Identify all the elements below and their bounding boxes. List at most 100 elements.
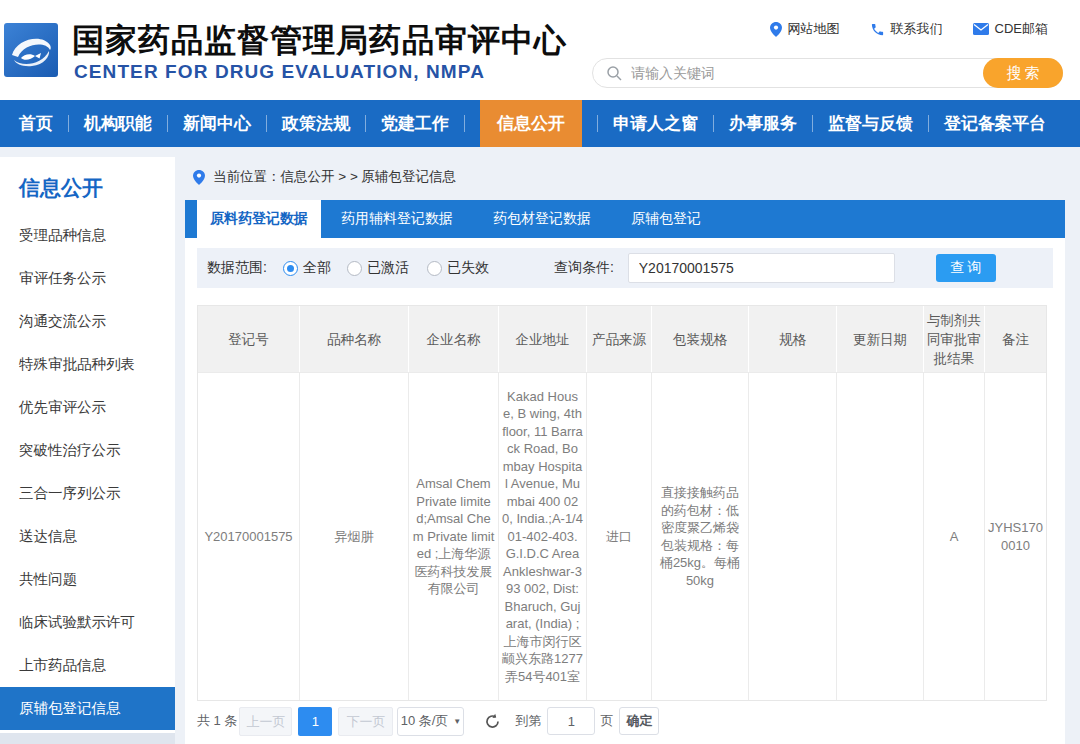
nav-item-supervision[interactable]: 监督与反馈 xyxy=(828,112,913,135)
nav-item-registration-platform[interactable]: 登记备案平台 xyxy=(944,112,1046,135)
sidebar-item-priority-review[interactable]: 优先审评公示 xyxy=(0,386,175,429)
sidebar-title: 信息公开 xyxy=(19,174,103,202)
page-size-select[interactable]: 10 条/页 ▼ xyxy=(397,707,464,736)
sidebar-item-three-in-one[interactable]: 三合一序列公示 xyxy=(0,472,175,515)
sidebar-item-review-tasks[interactable]: 审评任务公示 xyxy=(0,257,175,300)
sidebar-item-marketed-drugs[interactable]: 上市药品信息 xyxy=(0,644,175,687)
sidebar-item-raw-material-registration[interactable]: 原辅包登记信息 xyxy=(0,687,175,730)
nav-separator xyxy=(68,115,69,132)
main-nav: 首页 机构职能 新闻中心 政策法规 党建工作 信息公开 申请人之窗 办事服务 监… xyxy=(0,100,1080,147)
nav-separator xyxy=(812,115,813,132)
nav-separator xyxy=(597,115,598,132)
current-page[interactable]: 1 xyxy=(298,707,332,736)
sidebar: 信息公开 受理品种信息 审评任务公示 沟通交流公示 特殊审批品种列表 优先审评公… xyxy=(0,157,175,733)
envelope-icon xyxy=(973,23,989,35)
query-input[interactable] xyxy=(628,253,895,283)
nav-separator xyxy=(266,115,267,132)
nav-item-news[interactable]: 新闻中心 xyxy=(183,112,251,135)
radio-expired[interactable]: 已失效 xyxy=(427,259,489,277)
prev-page-button[interactable]: 上一页 xyxy=(239,707,292,736)
nav-item-org[interactable]: 机构职能 xyxy=(84,112,152,135)
radio-expired-control[interactable] xyxy=(427,261,442,276)
sidebar-item-delivery-info[interactable]: 送达信息 xyxy=(0,515,175,558)
filter-bar: 数据范围: 全部 已激活 已失效 查询条件: 查询 xyxy=(197,248,1053,288)
nav-item-info-disclosure[interactable]: 信息公开 xyxy=(480,100,582,147)
search-bar: 搜索 xyxy=(592,58,1063,88)
site-title: 国家药品监督管理局药品审评中心 xyxy=(72,19,567,63)
goto-page-input[interactable] xyxy=(547,707,595,735)
cell-packaging: 直接接触药品的药包材：低密度聚乙烯袋 包装规格：每桶25kg。每桶50kg xyxy=(651,372,748,700)
location-pin-icon xyxy=(770,22,782,37)
scope-label: 数据范围: xyxy=(207,259,267,277)
site-subtitle: CENTER FOR DRUG EVALUATION, NMPA xyxy=(74,61,485,83)
search-button[interactable]: 搜索 xyxy=(983,58,1063,88)
logo-swoosh-icon xyxy=(8,29,54,71)
sidebar-item-breakthrough-therapy[interactable]: 突破性治疗公示 xyxy=(0,429,175,472)
confirm-button[interactable]: 确定 xyxy=(619,707,659,735)
quick-links: 网站地图 联系我们 CDE邮箱 xyxy=(770,20,1048,38)
radio-all[interactable]: 全部 xyxy=(283,259,331,277)
mailbox-link[interactable]: CDE邮箱 xyxy=(973,20,1048,38)
sidebar-item-clinical-trial[interactable]: 临床试验默示许可 xyxy=(0,601,175,644)
tab-bar: 原料药登记数据 药用辅料登记数据 药包材登记数据 原辅包登记 xyxy=(185,200,1065,238)
nav-item-policy[interactable]: 政策法规 xyxy=(282,112,350,135)
phone-icon xyxy=(870,22,885,37)
site-logo[interactable] xyxy=(4,23,58,77)
radio-activated-control[interactable] xyxy=(347,261,362,276)
site-header: 国家药品监督管理局药品审评中心 CENTER FOR DRUG EVALUATI… xyxy=(0,0,1080,100)
col-reg-no: 登记号 xyxy=(198,306,299,372)
total-count: 共 1 条 xyxy=(197,712,237,730)
nav-item-home[interactable]: 首页 xyxy=(19,112,53,135)
tab-raw-aux-pack[interactable]: 原辅包登记 xyxy=(611,200,721,238)
contact-label: 联系我们 xyxy=(891,20,943,38)
cell-joint-result: A xyxy=(923,372,984,700)
nav-item-services[interactable]: 办事服务 xyxy=(729,112,797,135)
cell-remark: JYHS1700010 xyxy=(984,372,1046,700)
col-remark: 备注 xyxy=(984,306,1046,372)
cell-address: Kakad House, B wing, 4th floor, 11 Barra… xyxy=(498,372,586,700)
tab-packaging-material-data[interactable]: 药包材登记数据 xyxy=(473,200,611,238)
radio-activated[interactable]: 已激活 xyxy=(347,259,409,277)
query-label: 查询条件: xyxy=(554,259,614,277)
cell-update-date xyxy=(836,372,923,700)
search-icon xyxy=(606,65,622,81)
sidebar-item-special-approval[interactable]: 特殊审批品种列表 xyxy=(0,343,175,386)
sidebar-item-communication[interactable]: 沟通交流公示 xyxy=(0,300,175,343)
col-name: 品种名称 xyxy=(299,306,408,372)
chevron-down-icon: ▼ xyxy=(453,717,461,726)
cell-origin: 进口 xyxy=(586,372,651,700)
nav-separator xyxy=(167,115,168,132)
sitemap-link[interactable]: 网站地图 xyxy=(770,20,840,38)
nav-separator xyxy=(464,115,465,132)
radio-all-control[interactable] xyxy=(283,261,298,276)
col-update-date: 更新日期 xyxy=(836,306,923,372)
next-page-button[interactable]: 下一页 xyxy=(338,707,393,736)
content-panel: 原料药登记数据 药用辅料登记数据 药包材登记数据 原辅包登记 数据范围: 全部 … xyxy=(185,200,1065,744)
cell-spec xyxy=(748,372,836,700)
breadcrumb-text: 当前位置：信息公开 > > 原辅包登记信息 xyxy=(213,168,456,186)
data-table: 登记号 品种名称 企业名称 企业地址 产品来源 包装规格 规格 更新日期 与制剂… xyxy=(197,305,1047,701)
tab-excipient-data[interactable]: 药用辅料登记数据 xyxy=(321,200,473,238)
query-button[interactable]: 查询 xyxy=(936,254,996,282)
contact-link[interactable]: 联系我们 xyxy=(870,20,943,38)
nav-separator xyxy=(713,115,714,132)
table-header-row: 登记号 品种名称 企业名称 企业地址 产品来源 包装规格 规格 更新日期 与制剂… xyxy=(198,306,1046,372)
refresh-icon[interactable] xyxy=(484,713,501,730)
col-company: 企业名称 xyxy=(408,306,498,372)
nav-item-applicant[interactable]: 申请人之窗 xyxy=(613,112,698,135)
sitemap-label: 网站地图 xyxy=(788,20,840,38)
sidebar-item-accepted-varieties[interactable]: 受理品种信息 xyxy=(0,214,175,257)
sidebar-partial-item xyxy=(0,733,175,744)
col-origin: 产品来源 xyxy=(586,306,651,372)
sidebar-item-common-issues[interactable]: 共性问题 xyxy=(0,558,175,601)
tab-raw-drug-data[interactable]: 原料药登记数据 xyxy=(197,200,321,238)
breadcrumb: 当前位置：信息公开 > > 原辅包登记信息 xyxy=(193,168,456,186)
nav-item-party[interactable]: 党建工作 xyxy=(381,112,449,135)
col-address: 企业地址 xyxy=(498,306,586,372)
cell-name: 异烟肼 xyxy=(299,372,408,700)
cell-company: Amsal Chem Private limited;Amsal Chem Pr… xyxy=(408,372,498,700)
nav-separator xyxy=(365,115,366,132)
table-row: Y20170001575 异烟肼 Amsal Chem Private limi… xyxy=(198,372,1046,700)
mailbox-label: CDE邮箱 xyxy=(995,20,1048,38)
location-pin-icon xyxy=(193,170,205,185)
